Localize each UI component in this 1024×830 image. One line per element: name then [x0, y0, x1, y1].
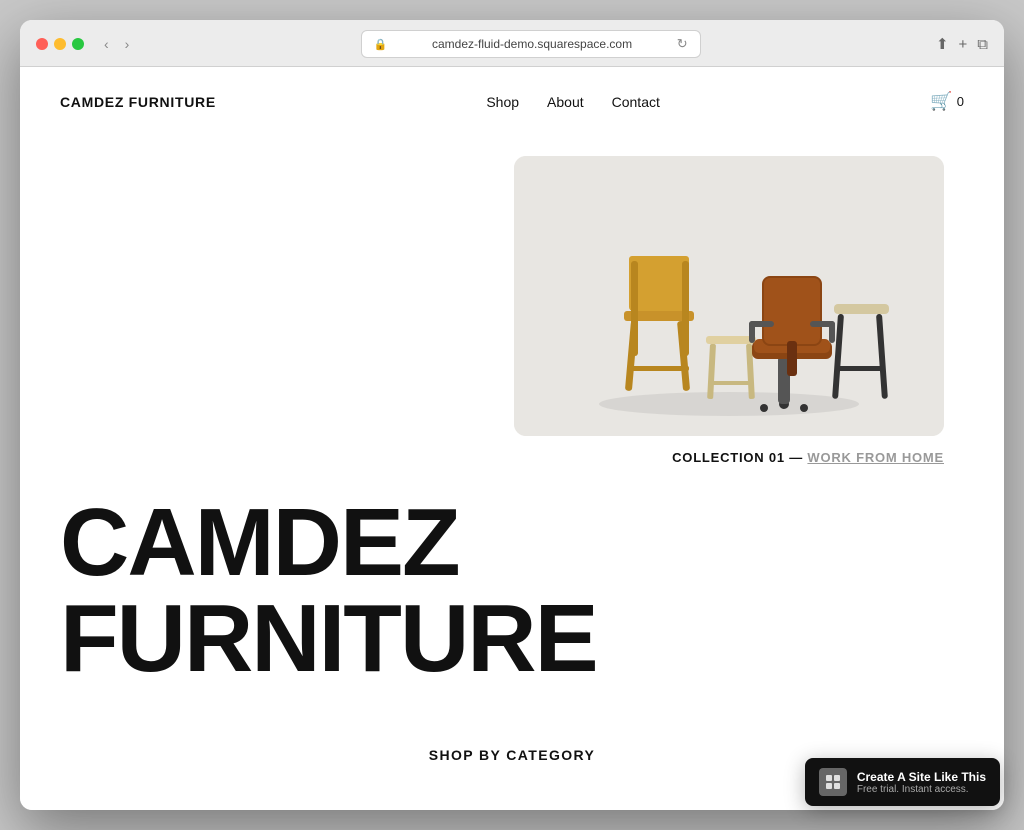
squarespace-sub-text: Free trial. Instant access. [857, 784, 986, 795]
cart-icon: 🛒 [930, 91, 952, 112]
site-logo[interactable]: CAMDEZ FURNITURE [60, 94, 216, 110]
address-bar: 🔒 camdez-fluid-demo.squarespace.com ↻ [145, 30, 916, 58]
collection-image[interactable] [514, 156, 944, 436]
site-nav: Shop About Contact [486, 94, 660, 110]
browser-chrome: ‹ › 🔒 camdez-fluid-demo.squarespace.com … [20, 20, 1004, 67]
browser-actions: ⬆ + ⧉ [936, 35, 988, 53]
close-button[interactable] [36, 38, 48, 50]
nav-contact[interactable]: Contact [612, 94, 660, 110]
squarespace-main-text: Create A Site Like This [857, 770, 986, 784]
big-headline: CAMDEZ FURNITURE [60, 495, 964, 687]
squarespace-banner[interactable]: Create A Site Like This Free trial. Inst… [805, 758, 1000, 806]
site-header: CAMDEZ FURNITURE Shop About Contact 🛒 0 [20, 67, 1004, 136]
browser-window: ‹ › 🔒 camdez-fluid-demo.squarespace.com … [20, 20, 1004, 810]
browser-controls: ‹ › [100, 34, 133, 54]
duplicate-tab-icon[interactable]: ⧉ [977, 36, 988, 53]
traffic-lights [36, 38, 84, 50]
back-button[interactable]: ‹ [100, 34, 113, 54]
reload-button[interactable]: ↻ [677, 36, 688, 52]
forward-button[interactable]: › [121, 34, 134, 54]
collection-label: COLLECTION 01 — WORK FROM HOME [672, 450, 944, 465]
address-bar-input[interactable]: 🔒 camdez-fluid-demo.squarespace.com ↻ [361, 30, 701, 58]
share-icon[interactable]: ⬆ [936, 35, 949, 53]
nav-about[interactable]: About [547, 94, 584, 110]
squarespace-text-block: Create A Site Like This Free trial. Inst… [857, 770, 986, 795]
collection-section: COLLECTION 01 — WORK FROM HOME [60, 156, 964, 465]
cart-button[interactable]: 🛒 0 [930, 91, 964, 112]
lock-icon: 🔒 [374, 38, 388, 51]
page-content: CAMDEZ FURNITURE Shop About Contact 🛒 0 [20, 67, 1004, 810]
new-tab-icon[interactable]: + [959, 36, 968, 53]
chairs-illustration [514, 156, 944, 436]
cart-count: 0 [957, 94, 964, 109]
maximize-button[interactable] [72, 38, 84, 50]
url-text: camdez-fluid-demo.squarespace.com [393, 37, 670, 51]
minimize-button[interactable] [54, 38, 66, 50]
nav-shop[interactable]: Shop [486, 94, 519, 110]
main-content: COLLECTION 01 — WORK FROM HOME CAMDEZ FU… [20, 136, 1004, 810]
squarespace-logo [819, 768, 847, 796]
collection-label-prefix: COLLECTION 01 — [672, 450, 807, 465]
collection-label-link[interactable]: WORK FROM HOME [807, 450, 944, 465]
